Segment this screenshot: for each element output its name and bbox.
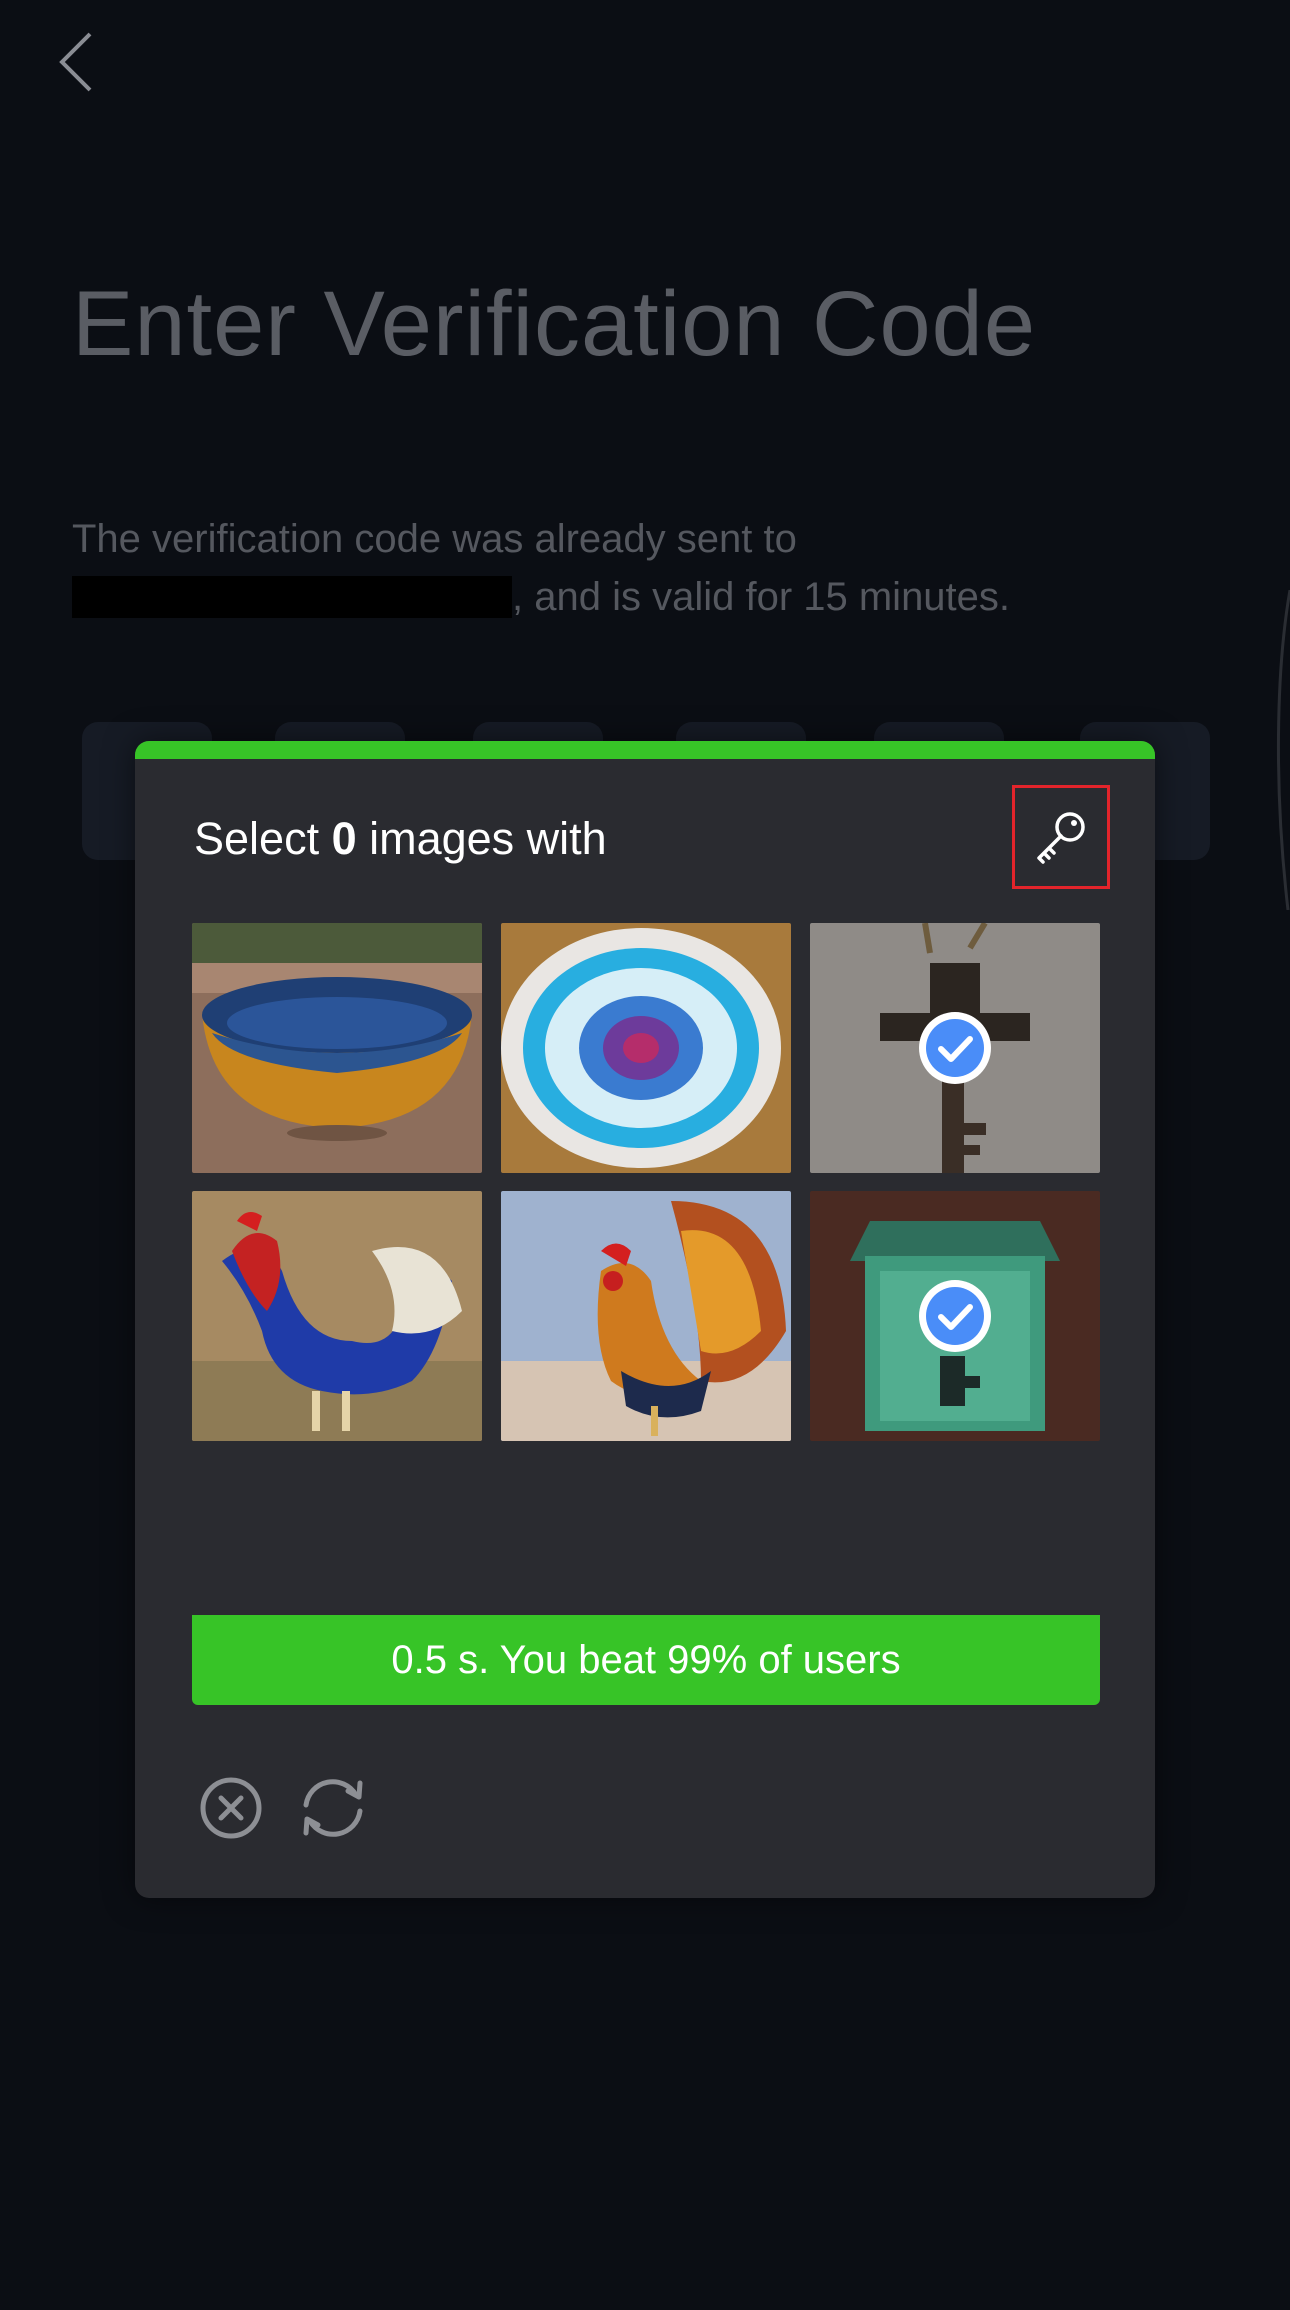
prompt-prefix: Select: [194, 813, 332, 864]
refresh-button[interactable]: [296, 1771, 370, 1845]
redacted-contact: [72, 576, 512, 618]
key-icon: [1037, 812, 1085, 864]
captcha-tile-rooster[interactable]: [192, 1191, 482, 1441]
bowl-image: [192, 923, 482, 1173]
description-line-2: , and is valid for 15 minutes.: [512, 575, 1011, 619]
prompt-count: 0: [331, 813, 357, 864]
rooster-image: [192, 1191, 482, 1441]
captcha-progress-fill: [135, 741, 1155, 759]
target-key-button[interactable]: [1012, 785, 1110, 889]
rooster-image: [501, 1191, 791, 1441]
prompt-suffix: images with: [356, 813, 607, 864]
description-line-1: The verification code was already sent t…: [72, 517, 797, 561]
edge-decoration: [1276, 590, 1290, 910]
verification-page: Enter Verification Code The verification…: [0, 0, 1290, 2310]
captcha-prompt: Select 0 images with: [194, 813, 607, 865]
refresh-icon: [303, 1779, 363, 1837]
captcha-tile-plate[interactable]: [501, 923, 791, 1173]
page-title: Enter Verification Code: [72, 273, 1036, 375]
checkmark-icon: [919, 1280, 991, 1352]
checkmark-icon: [919, 1012, 991, 1084]
close-button[interactable]: [194, 1771, 268, 1845]
captcha-progress-bar: [135, 741, 1155, 759]
captcha-dialog: Select 0 images with 0.5 s. You beat 99%…: [135, 741, 1155, 1898]
captcha-tile-rooster[interactable]: [501, 1191, 791, 1441]
captcha-tile-padlock[interactable]: [810, 1191, 1100, 1441]
captcha-image-grid: [192, 923, 1100, 1446]
captcha-tile-bowl[interactable]: [192, 923, 482, 1173]
result-banner: 0.5 s. You beat 99% of users: [192, 1615, 1100, 1705]
chevron-left-icon: [59, 32, 92, 92]
plate-image: [501, 923, 791, 1173]
close-circle-icon: [200, 1777, 262, 1839]
back-button[interactable]: [52, 28, 108, 96]
verification-description: The verification code was already sent t…: [72, 510, 1192, 626]
captcha-tile-key[interactable]: [810, 923, 1100, 1173]
